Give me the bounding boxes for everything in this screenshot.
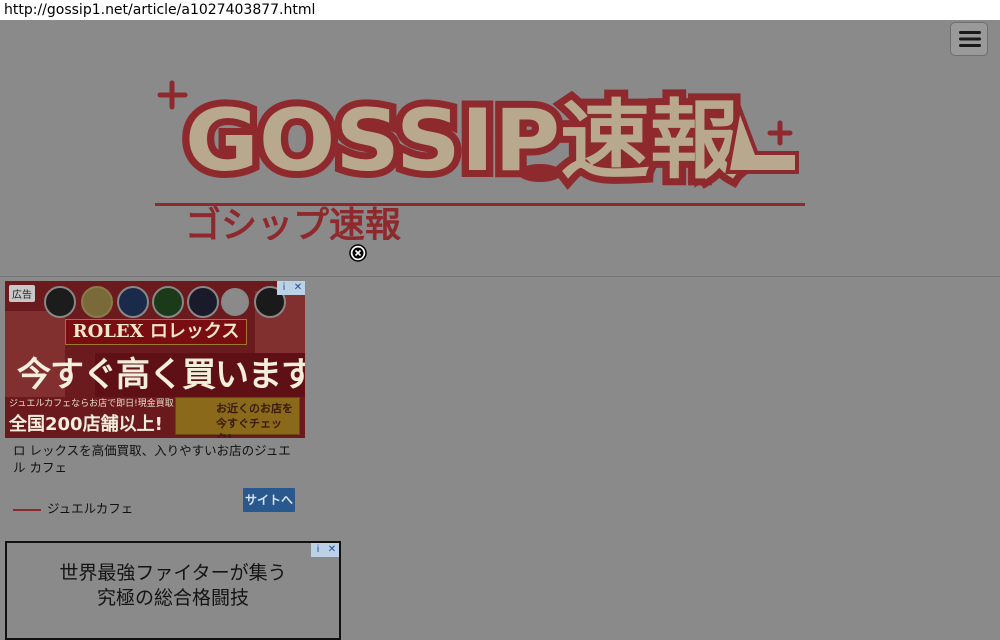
brand-logo-icon [13,508,41,511]
ad-label: 広告 [9,285,35,302]
ad2-line2: 究極の総合格闘技 [96,587,249,609]
page-overlay: GOSSIP速報 ゴシップ速報 広告 i ✕ ROLEX ロレックス 今すぐ高く… [0,20,1000,640]
logo-text: GOSSIP速報 [185,91,740,191]
ad-fighting[interactable]: i ✕ 世界最強ファイターが集う 究極の総合格闘技 [5,541,341,640]
header-divider [0,276,1000,277]
ad-brand-row[interactable]: ジュエルカフェ [13,500,133,518]
ad2-line1: 世界最強ファイターが集う [59,562,287,584]
ad-description[interactable]: ロ レックスを高価買取、入りやすいお店のジュエル カフェ [13,442,303,476]
adchoices-icon-2[interactable]: i [311,543,325,557]
url-bar[interactable]: http://gossip1.net/article/a1027403877.h… [0,0,1000,20]
site-logo[interactable]: GOSSIP速報 ゴシップ速報 [155,75,810,246]
ad-image[interactable]: 広告 i ✕ ROLEX ロレックス 今すぐ高く買います! ジュエルカフェならお… [5,281,305,438]
hamburger-menu-icon [959,31,981,47]
ad-brand-banner: ROLEX ロレックス [65,319,247,345]
ad-close-icon-2[interactable]: ✕ [325,543,339,557]
ad-bubble: お近くのお店を今すぐチェック! [175,397,300,438]
watch-strip-image [44,286,286,318]
ad-headline: 今すぐ高く買います! [17,355,305,395]
ad2-text: 世界最強ファイターが集う 究極の総合格闘技 [7,561,339,611]
adchoices-icon[interactable]: i [277,281,291,295]
logo-subtitle: ゴシップ速報 [185,204,401,240]
ad-brand-name: ジュエルカフェ [47,501,134,516]
close-ad-button[interactable] [349,244,367,262]
menu-button[interactable] [950,22,988,56]
ad-stores-text: 全国200店舗以上! [5,411,170,438]
ad-sub-text: ジュエルカフェならお店で即日!現金買取! [5,397,177,411]
site-button[interactable]: サイトへ [243,488,295,512]
url-text: http://gossip1.net/article/a1027403877.h… [4,2,316,18]
close-circle-icon [349,244,367,262]
ad-rolex[interactable]: 広告 i ✕ ROLEX ロレックス 今すぐ高く買います! ジュエルカフェならお… [5,281,305,517]
ad-close-icon[interactable]: ✕ [291,281,305,295]
